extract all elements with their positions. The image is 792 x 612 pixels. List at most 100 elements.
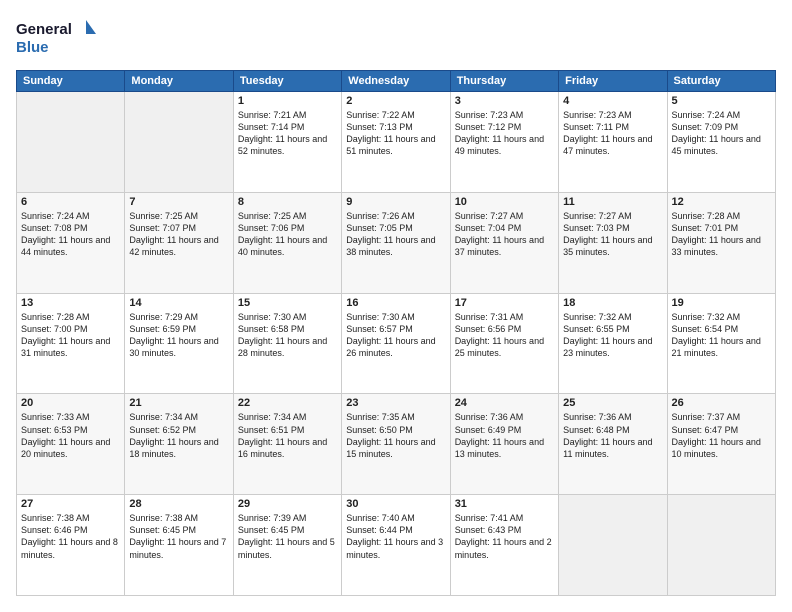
- day-header: Thursday: [450, 71, 558, 92]
- day-number: 7: [129, 196, 228, 208]
- day-number: 20: [21, 397, 120, 409]
- header: General Blue: [16, 16, 776, 60]
- day-number: 6: [21, 196, 120, 208]
- calendar-cell: 17 Sunrise: 7:31 AMSunset: 6:56 PMDayligh…: [450, 293, 558, 394]
- cell-info: Sunrise: 7:25 AMSunset: 7:07 PMDaylight:…: [129, 210, 228, 259]
- calendar-week-row: 27 Sunrise: 7:38 AMSunset: 6:46 PMDayligh…: [17, 495, 776, 596]
- calendar-cell: 28 Sunrise: 7:38 AMSunset: 6:45 PMDayligh…: [125, 495, 233, 596]
- cell-info: Sunrise: 7:37 AMSunset: 6:47 PMDaylight:…: [672, 411, 771, 460]
- calendar-cell: 14 Sunrise: 7:29 AMSunset: 6:59 PMDayligh…: [125, 293, 233, 394]
- calendar-header-row: SundayMondayTuesdayWednesdayThursdayFrid…: [17, 71, 776, 92]
- day-number: 15: [238, 297, 337, 309]
- calendar-week-row: 13 Sunrise: 7:28 AMSunset: 7:00 PMDayligh…: [17, 293, 776, 394]
- day-number: 14: [129, 297, 228, 309]
- cell-info: Sunrise: 7:29 AMSunset: 6:59 PMDaylight:…: [129, 311, 228, 360]
- day-number: 19: [672, 297, 771, 309]
- calendar-cell: 24 Sunrise: 7:36 AMSunset: 6:49 PMDayligh…: [450, 394, 558, 495]
- day-header: Friday: [559, 71, 667, 92]
- calendar-cell: 25 Sunrise: 7:36 AMSunset: 6:48 PMDayligh…: [559, 394, 667, 495]
- day-number: 21: [129, 397, 228, 409]
- calendar-cell: [559, 495, 667, 596]
- calendar-cell: 1 Sunrise: 7:21 AMSunset: 7:14 PMDaylight…: [233, 92, 341, 193]
- calendar-cell: 16 Sunrise: 7:30 AMSunset: 6:57 PMDayligh…: [342, 293, 450, 394]
- calendar-cell: [17, 92, 125, 193]
- calendar-cell: 8 Sunrise: 7:25 AMSunset: 7:06 PMDaylight…: [233, 192, 341, 293]
- cell-info: Sunrise: 7:40 AMSunset: 6:44 PMDaylight:…: [346, 512, 445, 561]
- day-number: 10: [455, 196, 554, 208]
- day-header: Monday: [125, 71, 233, 92]
- calendar-cell: 26Sunrise: 7:37 AMSunset: 6:47 PMDayligh…: [667, 394, 775, 495]
- calendar-cell: 31 Sunrise: 7:41 AMSunset: 6:43 PMDayligh…: [450, 495, 558, 596]
- cell-info: Sunrise: 7:32 AMSunset: 6:54 PMDaylight:…: [672, 311, 771, 360]
- svg-text:General: General: [16, 21, 72, 38]
- calendar-cell: 9 Sunrise: 7:26 AMSunset: 7:05 PMDaylight…: [342, 192, 450, 293]
- calendar-cell: 19 Sunrise: 7:32 AMSunset: 6:54 PMDayligh…: [667, 293, 775, 394]
- calendar-cell: 30Sunrise: 7:40 AMSunset: 6:44 PMDayligh…: [342, 495, 450, 596]
- svg-text:Blue: Blue: [16, 39, 49, 56]
- calendar-cell: 21 Sunrise: 7:34 AMSunset: 6:52 PMDayligh…: [125, 394, 233, 495]
- calendar-cell: 12Sunrise: 7:28 AMSunset: 7:01 PMDayligh…: [667, 192, 775, 293]
- cell-info: Sunrise: 7:31 AMSunset: 6:56 PMDaylight:…: [455, 311, 554, 360]
- calendar-cell: 18 Sunrise: 7:32 AMSunset: 6:55 PMDayligh…: [559, 293, 667, 394]
- cell-info: Sunrise: 7:35 AMSunset: 6:50 PMDaylight:…: [346, 411, 445, 460]
- day-number: 18: [563, 297, 662, 309]
- calendar-cell: 20 Sunrise: 7:33 AMSunset: 6:53 PMDayligh…: [17, 394, 125, 495]
- calendar-cell: 10Sunrise: 7:27 AMSunset: 7:04 PMDayligh…: [450, 192, 558, 293]
- day-number: 27: [21, 498, 120, 510]
- day-number: 17: [455, 297, 554, 309]
- cell-info: Sunrise: 7:36 AMSunset: 6:49 PMDaylight:…: [455, 411, 554, 460]
- cell-info: Sunrise: 7:36 AMSunset: 6:48 PMDaylight:…: [563, 411, 662, 460]
- calendar-cell: 6 Sunrise: 7:24 AMSunset: 7:08 PMDaylight…: [17, 192, 125, 293]
- day-number: 3: [455, 95, 554, 107]
- cell-info: Sunrise: 7:27 AMSunset: 7:03 PMDaylight:…: [563, 210, 662, 259]
- day-header: Tuesday: [233, 71, 341, 92]
- cell-info: Sunrise: 7:30 AMSunset: 6:57 PMDaylight:…: [346, 311, 445, 360]
- day-number: 24: [455, 397, 554, 409]
- calendar-cell: 13 Sunrise: 7:28 AMSunset: 7:00 PMDayligh…: [17, 293, 125, 394]
- cell-info: Sunrise: 7:23 AMSunset: 7:11 PMDaylight:…: [563, 109, 662, 158]
- day-number: 22: [238, 397, 337, 409]
- cell-info: Sunrise: 7:23 AMSunset: 7:12 PMDaylight:…: [455, 109, 554, 158]
- cell-info: Sunrise: 7:25 AMSunset: 7:06 PMDaylight:…: [238, 210, 337, 259]
- cell-info: Sunrise: 7:33 AMSunset: 6:53 PMDaylight:…: [21, 411, 120, 460]
- day-header: Wednesday: [342, 71, 450, 92]
- cell-info: Sunrise: 7:24 AMSunset: 7:09 PMDaylight:…: [672, 109, 771, 158]
- calendar-week-row: 20 Sunrise: 7:33 AMSunset: 6:53 PMDayligh…: [17, 394, 776, 495]
- cell-info: Sunrise: 7:26 AMSunset: 7:05 PMDaylight:…: [346, 210, 445, 259]
- cell-info: Sunrise: 7:21 AMSunset: 7:14 PMDaylight:…: [238, 109, 337, 158]
- cell-info: Sunrise: 7:41 AMSunset: 6:43 PMDaylight:…: [455, 512, 554, 561]
- day-number: 1: [238, 95, 337, 107]
- logo: General Blue: [16, 16, 96, 60]
- calendar-cell: 11 Sunrise: 7:27 AMSunset: 7:03 PMDayligh…: [559, 192, 667, 293]
- day-number: 28: [129, 498, 228, 510]
- day-number: 11: [563, 196, 662, 208]
- day-number: 16: [346, 297, 445, 309]
- calendar-cell: 7 Sunrise: 7:25 AMSunset: 7:07 PMDaylight…: [125, 192, 233, 293]
- cell-info: Sunrise: 7:32 AMSunset: 6:55 PMDaylight:…: [563, 311, 662, 360]
- cell-info: Sunrise: 7:24 AMSunset: 7:08 PMDaylight:…: [21, 210, 120, 259]
- cell-info: Sunrise: 7:38 AMSunset: 6:46 PMDaylight:…: [21, 512, 120, 561]
- cell-info: Sunrise: 7:28 AMSunset: 7:00 PMDaylight:…: [21, 311, 120, 360]
- day-number: 23: [346, 397, 445, 409]
- cell-info: Sunrise: 7:34 AMSunset: 6:52 PMDaylight:…: [129, 411, 228, 460]
- logo-svg: General Blue: [16, 16, 96, 60]
- day-header: Sunday: [17, 71, 125, 92]
- day-number: 31: [455, 498, 554, 510]
- calendar-cell: 3 Sunrise: 7:23 AMSunset: 7:12 PMDaylight…: [450, 92, 558, 193]
- calendar-cell: 29Sunrise: 7:39 AMSunset: 6:45 PMDayligh…: [233, 495, 341, 596]
- cell-info: Sunrise: 7:22 AMSunset: 7:13 PMDaylight:…: [346, 109, 445, 158]
- calendar-cell: [125, 92, 233, 193]
- day-number: 13: [21, 297, 120, 309]
- day-number: 8: [238, 196, 337, 208]
- calendar-cell: 23 Sunrise: 7:35 AMSunset: 6:50 PMDayligh…: [342, 394, 450, 495]
- calendar-cell: 2Sunrise: 7:22 AMSunset: 7:13 PMDaylight…: [342, 92, 450, 193]
- cell-info: Sunrise: 7:38 AMSunset: 6:45 PMDaylight:…: [129, 512, 228, 561]
- day-header: Saturday: [667, 71, 775, 92]
- calendar-week-row: 1 Sunrise: 7:21 AMSunset: 7:14 PMDaylight…: [17, 92, 776, 193]
- calendar-cell: 15Sunrise: 7:30 AMSunset: 6:58 PMDayligh…: [233, 293, 341, 394]
- day-number: 25: [563, 397, 662, 409]
- calendar: SundayMondayTuesdayWednesdayThursdayFrid…: [16, 70, 776, 596]
- day-number: 5: [672, 95, 771, 107]
- day-number: 9: [346, 196, 445, 208]
- day-number: 4: [563, 95, 662, 107]
